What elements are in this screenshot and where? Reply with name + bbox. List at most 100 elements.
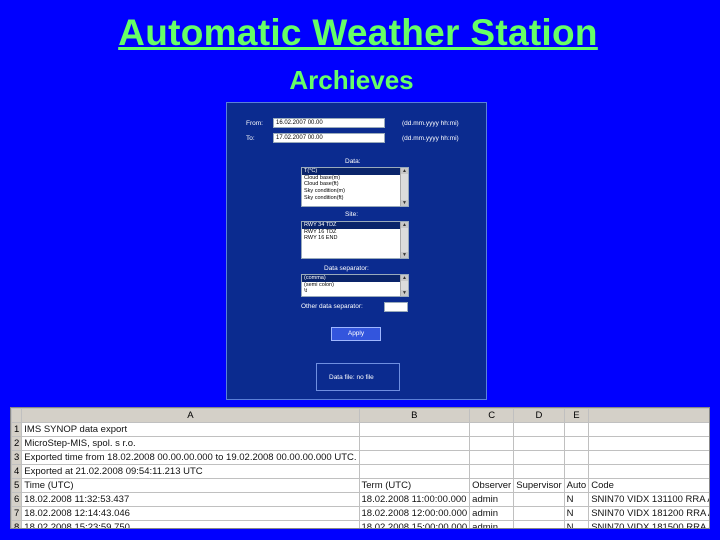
table-cell[interactable]: N [563, 492, 590, 507]
table-cell[interactable]: MicroStep-MIS, spol. s r.o. [21, 436, 360, 451]
table-cell[interactable] [358, 436, 471, 451]
table-cell[interactable] [469, 464, 515, 479]
table-cell[interactable] [469, 422, 515, 437]
table-cell[interactable]: N [563, 520, 590, 528]
row-header[interactable]: 5 [11, 478, 23, 493]
list-item[interactable]: Cloud base(m) [302, 175, 408, 182]
table-cell[interactable]: Observer [469, 478, 515, 493]
from-date-input[interactable]: 16.02.2007 00.00 [273, 118, 385, 128]
from-label: From: [246, 120, 263, 127]
table-cell[interactable] [358, 464, 471, 479]
table-cell[interactable]: admin [469, 506, 515, 521]
table-cell[interactable]: IMS SYNOP data export [21, 422, 360, 437]
table-cell[interactable] [469, 436, 515, 451]
scroll-down-icon[interactable]: ▼ [401, 290, 408, 296]
table-cell[interactable] [513, 436, 565, 451]
table-cell[interactable]: 18.02.2008 15:00:00.000 [358, 520, 471, 528]
table-cell[interactable]: Term (UTC) [358, 478, 471, 493]
archive-form-panel: From: 16.02.2007 00.00 (dd.mm.yyyy hh:mi… [226, 102, 487, 400]
table-row: 5 Time (UTC) Term (UTC) Observer Supervi… [11, 478, 709, 493]
list-item[interactable]: Sky condition(ft) [302, 195, 408, 202]
list-item[interactable]: \t [302, 288, 408, 295]
table-cell[interactable] [513, 506, 565, 521]
table-cell[interactable]: SNIN70 VIDX 181500 RRA AAXX 18154 42361 … [588, 520, 709, 528]
row-header[interactable]: 1 [11, 422, 23, 437]
table-cell[interactable]: 18.02.2008 12:14:43.046 [21, 506, 360, 521]
scroll-up-icon[interactable]: ▲ [401, 275, 408, 281]
spreadsheet: A B C D E F G H I J 1 IMS SYNOP data exp… [10, 407, 710, 529]
table-cell[interactable] [563, 436, 590, 451]
table-cell[interactable]: SNIN70 VIDX 131100 RRA AAXX 16114 42361 … [588, 492, 709, 507]
to-date-input[interactable]: 17.02.2007 00.00 [273, 133, 385, 143]
table-cell[interactable]: Exported at 21.02.2008 09:54:11.213 UTC [21, 464, 360, 479]
table-cell[interactable]: 18.02.2008 12:00:00.000 [358, 506, 471, 521]
site-listbox[interactable]: RWY 34 TDZ RWY 16 TDZ RWY 16 END ▲ ▼ [301, 221, 409, 259]
table-cell[interactable] [513, 464, 565, 479]
scroll-down-icon[interactable]: ▼ [401, 200, 408, 206]
data-file-box: Data file: no file [316, 363, 400, 391]
row-header[interactable]: 4 [11, 464, 23, 479]
row-header[interactable]: 2 [11, 436, 23, 451]
table-cell[interactable]: Auto [563, 478, 590, 493]
table-cell[interactable] [563, 464, 590, 479]
table-cell[interactable]: 18.02.2008 11:00:00.000 [358, 492, 471, 507]
table-cell[interactable] [513, 422, 565, 437]
scroll-up-icon[interactable]: ▲ [401, 222, 408, 228]
list-item[interactable]: T(°C) [302, 168, 408, 175]
site-label: Site: [345, 211, 359, 218]
table-cell[interactable] [469, 450, 515, 465]
list-item[interactable]: RWY 16 END [302, 235, 408, 242]
sheet-corner[interactable] [11, 408, 23, 423]
table-cell[interactable]: N [563, 506, 590, 521]
apply-button[interactable]: Apply [331, 327, 381, 341]
data-file-label[interactable]: Data file: no file [329, 374, 374, 381]
scroll-down-icon[interactable]: ▼ [401, 252, 408, 258]
table-cell[interactable]: admin [469, 492, 515, 507]
table-cell[interactable] [358, 422, 471, 437]
table-cell[interactable]: admin [469, 520, 515, 528]
table-cell[interactable] [513, 450, 565, 465]
row-header[interactable]: 6 [11, 492, 23, 507]
table-cell[interactable] [563, 450, 590, 465]
column-header[interactable]: B [358, 408, 471, 423]
table-row: 2 MicroStep-MIS, spol. s r.o. [11, 436, 709, 451]
row-header[interactable]: 3 [11, 450, 23, 465]
table-cell[interactable] [588, 464, 709, 479]
separator-listbox[interactable]: (comma) (semi colon) \t ▲ ▼ [301, 274, 409, 297]
list-item[interactable]: (semi colon) [302, 282, 408, 289]
table-cell[interactable] [588, 422, 709, 437]
table-cell[interactable] [513, 520, 565, 528]
list-item[interactable]: Cloud base(ft) [302, 181, 408, 188]
row-header[interactable]: 7 [11, 506, 23, 521]
table-cell[interactable] [513, 492, 565, 507]
table-cell[interactable]: 18.02.2008 15:23:59.750 [21, 520, 360, 528]
table-cell[interactable] [563, 422, 590, 437]
table-cell[interactable] [588, 436, 709, 451]
row-header[interactable]: 8 [11, 520, 23, 528]
spreadsheet-grid: A B C D E F G H I J 1 IMS SYNOP data exp… [11, 408, 709, 528]
separator-list-scrollbar[interactable]: ▲ ▼ [400, 275, 408, 296]
table-cell[interactable]: Supervisor [513, 478, 565, 493]
table-cell[interactable]: SNIN70 VIDX 181200 RRA AAXX 18124 42361 … [588, 506, 709, 521]
table-cell[interactable]: Exported time from 18.02.2008 00.00.00.0… [21, 450, 360, 465]
page-subtitle: Archieves [289, 65, 414, 95]
column-header[interactable]: A [21, 408, 360, 423]
table-cell[interactable]: Time (UTC) [21, 478, 360, 493]
scroll-up-icon[interactable]: ▲ [401, 168, 408, 174]
list-item[interactable]: RWY 16 TDZ [302, 229, 408, 236]
list-item[interactable]: Sky condition(m) [302, 188, 408, 195]
data-listbox[interactable]: T(°C) Cloud base(m) Cloud base(ft) Sky c… [301, 167, 409, 207]
site-list-scrollbar[interactable]: ▲ ▼ [400, 222, 408, 258]
table-cell[interactable] [358, 450, 471, 465]
table-cell[interactable] [588, 450, 709, 465]
list-item[interactable]: RWY 34 TDZ [302, 222, 408, 229]
table-cell[interactable]: Code [588, 478, 709, 493]
column-header[interactable]: D [513, 408, 565, 423]
other-separator-input[interactable] [384, 302, 408, 312]
column-header[interactable]: F [588, 408, 709, 423]
list-item[interactable]: (comma) [302, 275, 408, 282]
data-list-scrollbar[interactable]: ▲ ▼ [400, 168, 408, 206]
column-header[interactable]: C [469, 408, 515, 423]
column-header[interactable]: E [563, 408, 590, 423]
table-cell[interactable]: 18.02.2008 11:32:53.437 [21, 492, 360, 507]
